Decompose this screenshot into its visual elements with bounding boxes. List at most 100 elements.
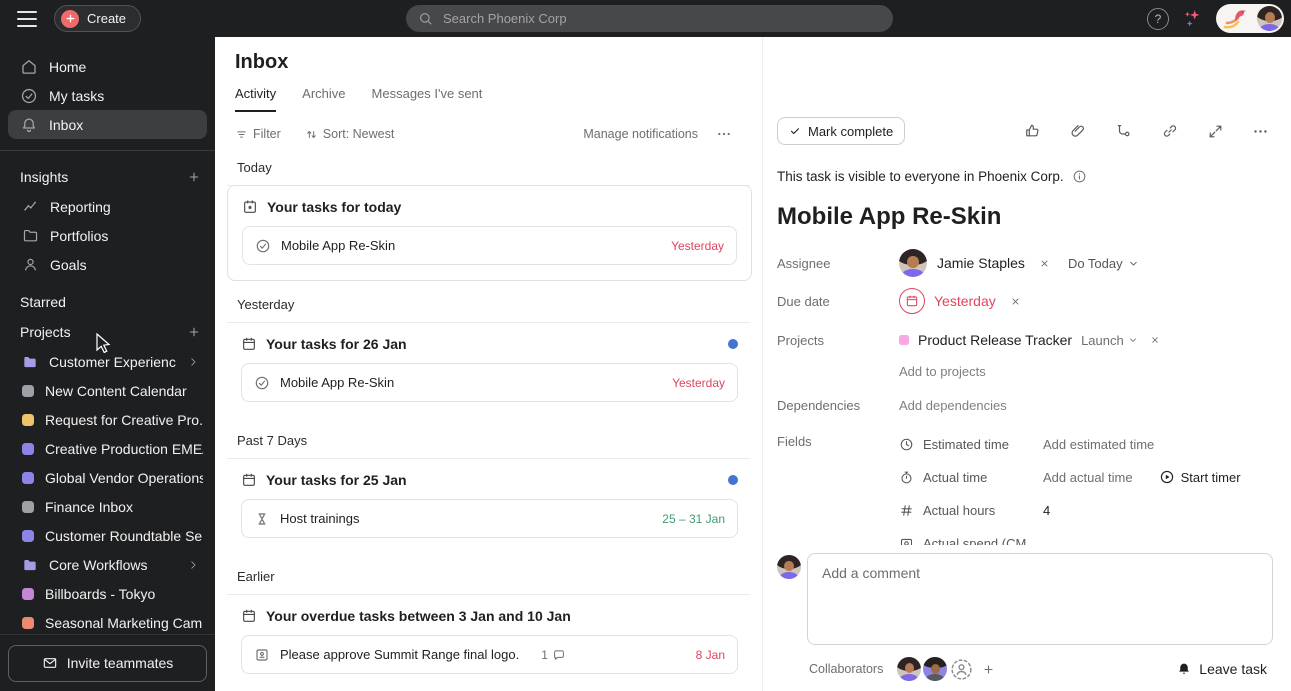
comment-input[interactable]: Add a comment: [807, 553, 1273, 645]
remove-due-date-icon[interactable]: [1010, 296, 1021, 307]
plus-icon: [61, 10, 79, 28]
task-row-mobile-app-re-skin[interactable]: Mobile App Re-SkinYesterday: [242, 226, 737, 265]
add-insights-icon[interactable]: [187, 170, 201, 184]
field-add-link[interactable]: Add actual time: [1043, 470, 1133, 485]
info-icon[interactable]: [1072, 169, 1087, 184]
sidebar-section-starred[interactable]: Starred: [0, 287, 215, 317]
notification-title: Your tasks for today: [267, 199, 401, 215]
sidebar-item-label: Inbox: [49, 117, 83, 133]
task-row-please-approve-summit-range-final-logo[interactable]: Please approve Summit Range final logo.1…: [241, 635, 738, 674]
field-add-link[interactable]: Add estimated time: [1043, 437, 1154, 452]
notification-card-your-tasks-for-25-jan[interactable]: Your tasks for 25 JanHost trainings25 – …: [227, 459, 752, 553]
play-circle-icon: [1159, 469, 1175, 485]
add-project-icon[interactable]: [187, 325, 201, 339]
schedule-dropdown[interactable]: Do Today: [1068, 256, 1139, 271]
sidebar-project-core-workflows[interactable]: Core Workflows: [0, 550, 215, 579]
leave-task-button[interactable]: Leave task: [1176, 661, 1267, 677]
sidebar-project-request-for-creative-pro[interactable]: Request for Creative Pro...: [0, 405, 215, 434]
create-button[interactable]: Create: [54, 5, 141, 32]
hourglass-icon: [254, 511, 270, 527]
sidebar-project-label: Customer Experienc...: [49, 354, 176, 370]
sidebar: HomeMy tasks Inbox Insights ReportingPort…: [0, 37, 215, 691]
collaborator-avatar[interactable]: [897, 657, 921, 681]
notification-card-your-tasks-for-today[interactable]: Your tasks for today Mobile App Re-SkinYe…: [227, 185, 752, 281]
fullscreen-icon[interactable]: [1207, 123, 1224, 140]
link-icon[interactable]: [1161, 122, 1179, 140]
sidebar-item-goals[interactable]: Goals: [0, 250, 215, 279]
sidebar-item-my-tasks[interactable]: My tasks: [8, 81, 207, 110]
remove-project-icon[interactable]: [1150, 335, 1160, 345]
notification-card-your-tasks-for-26-jan[interactable]: Your tasks for 26 JanMobile App Re-SkinY…: [227, 323, 752, 417]
remove-assignee-icon[interactable]: [1039, 258, 1050, 269]
task-row-mobile-app-re-skin[interactable]: Mobile App Re-SkinYesterday: [241, 363, 738, 402]
avatar[interactable]: [1257, 6, 1282, 31]
sidebar-project-creative-production-emea[interactable]: Creative Production EMEA: [0, 434, 215, 463]
sidebar-project-billboards-tokyo[interactable]: Billboards - Tokyo: [0, 579, 215, 608]
assignee-name[interactable]: Jamie Staples: [937, 255, 1025, 271]
sidebar-project-global-vendor-operations[interactable]: Global Vendor Operations: [0, 463, 215, 492]
notification-title: Your overdue tasks between 3 Jan and 10 …: [266, 608, 571, 624]
invite-collaborator-icon[interactable]: [949, 657, 974, 682]
add-dependencies-link[interactable]: Add dependencies: [899, 398, 1007, 413]
field-name: Estimated time: [899, 437, 1043, 452]
project-name[interactable]: Product Release Tracker: [918, 332, 1072, 348]
manage-notifications-link[interactable]: Manage notifications: [583, 127, 698, 141]
invite-teammates-button[interactable]: Invite teammates: [8, 645, 207, 682]
search-bar[interactable]: [406, 5, 893, 32]
collaborator-avatar[interactable]: [923, 657, 947, 681]
task-name: Mobile App Re-Skin: [280, 375, 394, 390]
start-timer-button[interactable]: Start timer: [1159, 469, 1241, 485]
attachment-icon[interactable]: [1069, 122, 1087, 140]
subtask-icon[interactable]: [1115, 122, 1133, 140]
filter-icon: [235, 128, 248, 141]
sort-icon: [305, 128, 318, 141]
task-title[interactable]: Mobile App Re-Skin: [777, 203, 1269, 231]
project-section-dropdown[interactable]: Launch: [1081, 333, 1138, 348]
inbox-section-label: Earlier: [227, 569, 750, 595]
sidebar-item-portfolios[interactable]: Portfolios: [0, 221, 215, 250]
inbox-toolbar: Filter Sort: Newest Manage notifications: [215, 126, 762, 142]
sidebar-project-customer-roundtable-se[interactable]: Customer Roundtable Se...: [0, 521, 215, 550]
project-color-chip: [22, 588, 34, 600]
search-input[interactable]: [441, 10, 881, 27]
project-color-chip: [899, 335, 909, 345]
sort-button[interactable]: Sort: Newest: [305, 127, 395, 141]
tab-messages-ive-sent[interactable]: Messages I've sent: [372, 86, 483, 112]
due-date-value[interactable]: Yesterday: [934, 293, 996, 309]
sidebar-item-inbox[interactable]: Inbox: [8, 110, 207, 139]
tab-activity[interactable]: Activity: [235, 86, 276, 112]
more-options-icon[interactable]: [1252, 123, 1269, 140]
more-options-icon[interactable]: [716, 126, 732, 142]
sidebar-project-seasonal-marketing-cam[interactable]: Seasonal Marketing Cam...: [0, 608, 215, 637]
sidebar-section-projects[interactable]: Projects: [0, 317, 215, 347]
calendar-icon: [241, 608, 257, 624]
sidebar-project-finance-inbox[interactable]: Finance Inbox: [0, 492, 215, 521]
task-row-host-trainings[interactable]: Host trainings25 – 31 Jan: [241, 499, 738, 538]
stopwatch-icon: [899, 470, 914, 485]
sidebar-item-home[interactable]: Home: [8, 52, 207, 81]
like-icon[interactable]: [1023, 122, 1041, 140]
help-button[interactable]: ?: [1147, 8, 1169, 30]
task-due-date: 25 – 31 Jan: [662, 512, 725, 526]
hamburger-menu-icon[interactable]: [17, 11, 37, 27]
mark-complete-button[interactable]: Mark complete: [777, 117, 905, 145]
due-date-calendar-icon[interactable]: [899, 288, 925, 314]
check-circle-icon: [254, 375, 270, 391]
sidebar-item-reporting[interactable]: Reporting: [0, 192, 215, 221]
sidebar-project-customer-experienc[interactable]: Customer Experienc...: [0, 347, 215, 376]
field-name: Actual time: [899, 470, 1043, 485]
assignee-row: Assignee Jamie Staples Do Today: [777, 248, 1269, 278]
sparkles-ai-icon[interactable]: [1182, 8, 1203, 29]
field-value[interactable]: 4: [1043, 503, 1050, 518]
sidebar-section-insights[interactable]: Insights: [0, 162, 215, 192]
add-collaborator-icon[interactable]: [982, 663, 995, 676]
user-menu[interactable]: [1216, 4, 1284, 33]
tab-archive[interactable]: Archive: [302, 86, 345, 112]
filter-button[interactable]: Filter: [235, 127, 281, 141]
notification-card-your-overdue-tasks-between-3-jan-and-10-jan[interactable]: Your overdue tasks between 3 Jan and 10 …: [227, 595, 752, 689]
sidebar-project-label: Customer Roundtable Se...: [45, 528, 203, 544]
add-to-projects-link[interactable]: Add to projects: [899, 364, 986, 379]
assignee-avatar[interactable]: [899, 249, 927, 277]
sidebar-project-new-content-calendar[interactable]: New Content Calendar: [0, 376, 215, 405]
create-label: Create: [87, 11, 126, 26]
